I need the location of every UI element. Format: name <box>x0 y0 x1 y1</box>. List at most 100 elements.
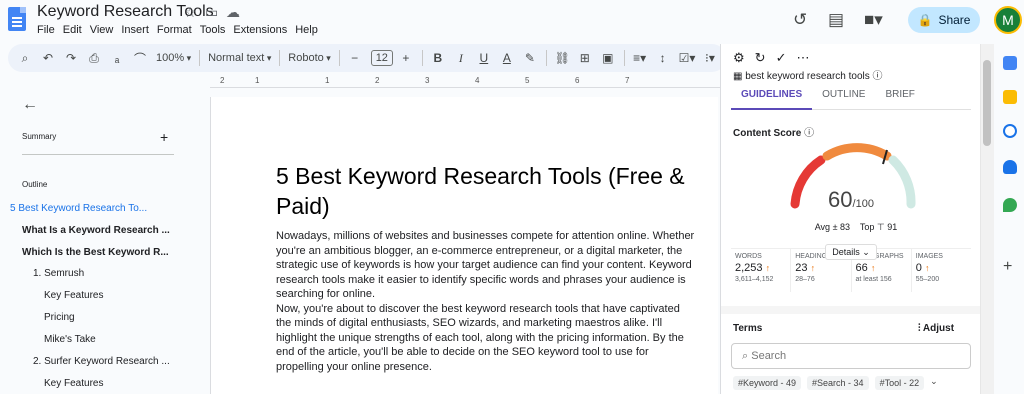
info-icon[interactable]: ⓘ <box>873 71 883 82</box>
outline-item[interactable]: Which Is the Best Keyword R... <box>22 247 169 258</box>
stat-images: IMAGES 0 ↑ 55–200 <box>912 249 971 292</box>
scrollbar-thumb[interactable] <box>983 60 991 146</box>
move-folder-icon[interactable]: ▭ <box>205 4 218 21</box>
text-color-icon[interactable]: A <box>500 51 514 65</box>
info-icon[interactable]: ⓘ <box>804 128 814 139</box>
outline-item[interactable]: Key Features <box>44 290 103 301</box>
ruler-tick-label: 1 <box>255 76 260 85</box>
score-benchmarks: Avg ± 83 Top ⊤ 91 <box>791 222 921 233</box>
calendar-icon[interactable] <box>1003 56 1017 70</box>
cloud-status-icon[interactable]: ☁ <box>226 4 240 21</box>
outline-item[interactable]: Key Features <box>44 378 103 389</box>
back-arrow-icon[interactable]: ← <box>22 96 38 114</box>
version-history-icon[interactable]: ↺ <box>793 10 807 30</box>
score-max: /100 <box>852 198 874 210</box>
outline-item[interactable]: What Is a Keyword Research ... <box>22 225 170 236</box>
menu-view[interactable]: View <box>90 24 119 36</box>
top-value: 91 <box>887 222 898 232</box>
insert-image-icon[interactable]: ▣ <box>601 51 615 65</box>
arrow-up-icon: ↑ <box>765 263 771 273</box>
menu-insert[interactable]: Insert <box>121 24 154 36</box>
menu-extensions[interactable]: Extensions <box>233 24 292 36</box>
stat-value: 23 ↑ <box>795 262 816 274</box>
term-chip[interactable]: #Search - 34 <box>807 376 869 390</box>
undo-icon[interactable]: ↶ <box>41 51 55 65</box>
menu-format[interactable]: Format <box>157 24 197 36</box>
style-select[interactable]: Normal text <box>208 52 271 64</box>
outline-item[interactable]: Pricing <box>44 312 75 323</box>
bulleted-list-icon[interactable]: ⁝▾ <box>703 51 717 65</box>
maps-icon[interactable] <box>1003 198 1017 212</box>
term-chip[interactable]: #Tool - 22 <box>874 376 925 390</box>
seo-tabs: GUIDELINES OUTLINE BRIEF <box>731 88 971 110</box>
document-page[interactable]: 5 Best Keyword Research Tools (Free & Pa… <box>210 97 718 394</box>
top-icon: ⊤ <box>876 222 885 232</box>
spellcheck-icon[interactable]: ₐ <box>110 51 124 65</box>
terms-search-input[interactable]: ⌕ Search <box>731 343 971 369</box>
italic-icon[interactable]: I <box>454 51 468 66</box>
align-icon[interactable]: ≡▾ <box>633 51 647 65</box>
menu-file[interactable]: File <box>37 24 60 36</box>
body-paragraph[interactable]: Nowadays, millions of websites and busin… <box>276 229 696 302</box>
add-app-icon[interactable]: + <box>1003 258 1012 276</box>
zoom-select[interactable]: 100% <box>156 52 191 64</box>
sync-icon[interactable]: ↻ <box>755 50 766 66</box>
increase-font-icon[interactable]: + <box>399 51 413 65</box>
outline-item[interactable]: 1. Semrush <box>33 268 84 279</box>
checklist-icon[interactable]: ☑▾ <box>679 51 696 65</box>
font-size-input[interactable]: 12 <box>370 50 393 66</box>
document-heading[interactable]: 5 Best Keyword Research Tools (Free & Pa… <box>276 161 696 221</box>
highlight-icon[interactable]: ✎ <box>523 51 537 65</box>
font-select[interactable]: Roboto <box>288 52 331 64</box>
body-paragraph[interactable]: Now, you're about to discover the best k… <box>276 302 696 375</box>
share-button[interactable]: 🔒 Share <box>908 7 980 33</box>
menu-help[interactable]: Help <box>295 24 323 36</box>
term-chip[interactable]: #Keyword - 49 <box>733 376 802 390</box>
underline-icon[interactable]: U <box>477 51 491 65</box>
ruler-tick-label: 1 <box>325 76 330 85</box>
summary-label: Summary <box>22 132 57 141</box>
formatting-toolbar: ⌕ ↶ ↷ ⎙ ₐ ⌒ 100% Normal text Roboto − 12… <box>8 44 726 72</box>
paint-format-icon[interactable]: ⌒ <box>133 50 147 67</box>
document-body[interactable]: Nowadays, millions of websites and busin… <box>276 229 696 374</box>
tab-outline[interactable]: OUTLINE <box>812 88 875 109</box>
redo-icon[interactable]: ↷ <box>64 51 78 65</box>
ruler[interactable]: 2 1 1 2 3 4 5 6 7 <box>210 74 720 88</box>
settings-icon[interactable]: ⚙ <box>733 50 745 66</box>
keep-icon[interactable] <box>1003 90 1017 104</box>
toolbar-divider <box>199 50 201 66</box>
outline-item[interactable]: 5 Best Keyword Research To... <box>10 203 147 214</box>
docs-logo-icon[interactable] <box>8 7 26 31</box>
add-comment-icon[interactable]: ⊞ <box>578 51 592 65</box>
stat-range: at least 156 <box>855 276 892 283</box>
check-circle-icon[interactable]: ✓ <box>776 50 787 66</box>
meet-icon[interactable]: ■▾ <box>864 10 883 30</box>
more-options-icon[interactable]: ⋯ <box>796 50 809 66</box>
tab-brief[interactable]: BRIEF <box>875 88 924 109</box>
avatar[interactable]: M <box>994 6 1022 34</box>
line-spacing-icon[interactable]: ↕ <box>656 51 670 65</box>
details-button[interactable]: Details ⌄ <box>825 244 877 260</box>
link-icon[interactable]: ⛓ <box>555 51 570 65</box>
menu-tools[interactable]: Tools <box>200 24 231 36</box>
title-bar: Keyword Research Tools ☆ ▭ ☁ File Edit V… <box>0 0 1024 44</box>
decrease-font-icon[interactable]: − <box>348 51 362 65</box>
outline-item[interactable]: Mike's Take <box>44 334 96 345</box>
outline-item[interactable]: 2. Surfer Keyword Research ... <box>33 356 170 367</box>
menu-edit[interactable]: Edit <box>63 24 87 36</box>
stat-label: IMAGES <box>915 253 943 260</box>
contacts-icon[interactable] <box>1003 160 1017 174</box>
bold-icon[interactable]: B <box>431 51 445 65</box>
search-menus-icon[interactable]: ⌕ <box>18 51 32 66</box>
avg-label: Avg <box>814 222 831 232</box>
tab-guidelines[interactable]: GUIDELINES <box>731 88 813 110</box>
tasks-icon[interactable] <box>1003 124 1017 138</box>
add-summary-icon[interactable]: + <box>160 129 168 145</box>
keyword-text: best keyword research tools <box>745 71 870 82</box>
adjust-button[interactable]: ⫶ Adjust <box>918 323 954 334</box>
print-icon[interactable]: ⎙ <box>87 51 101 66</box>
details-label: Details <box>832 247 860 257</box>
star-icon[interactable]: ☆ <box>184 4 197 21</box>
comments-icon[interactable]: ▤ <box>828 10 844 30</box>
chevron-down-icon[interactable]: ⌄ <box>930 376 938 390</box>
